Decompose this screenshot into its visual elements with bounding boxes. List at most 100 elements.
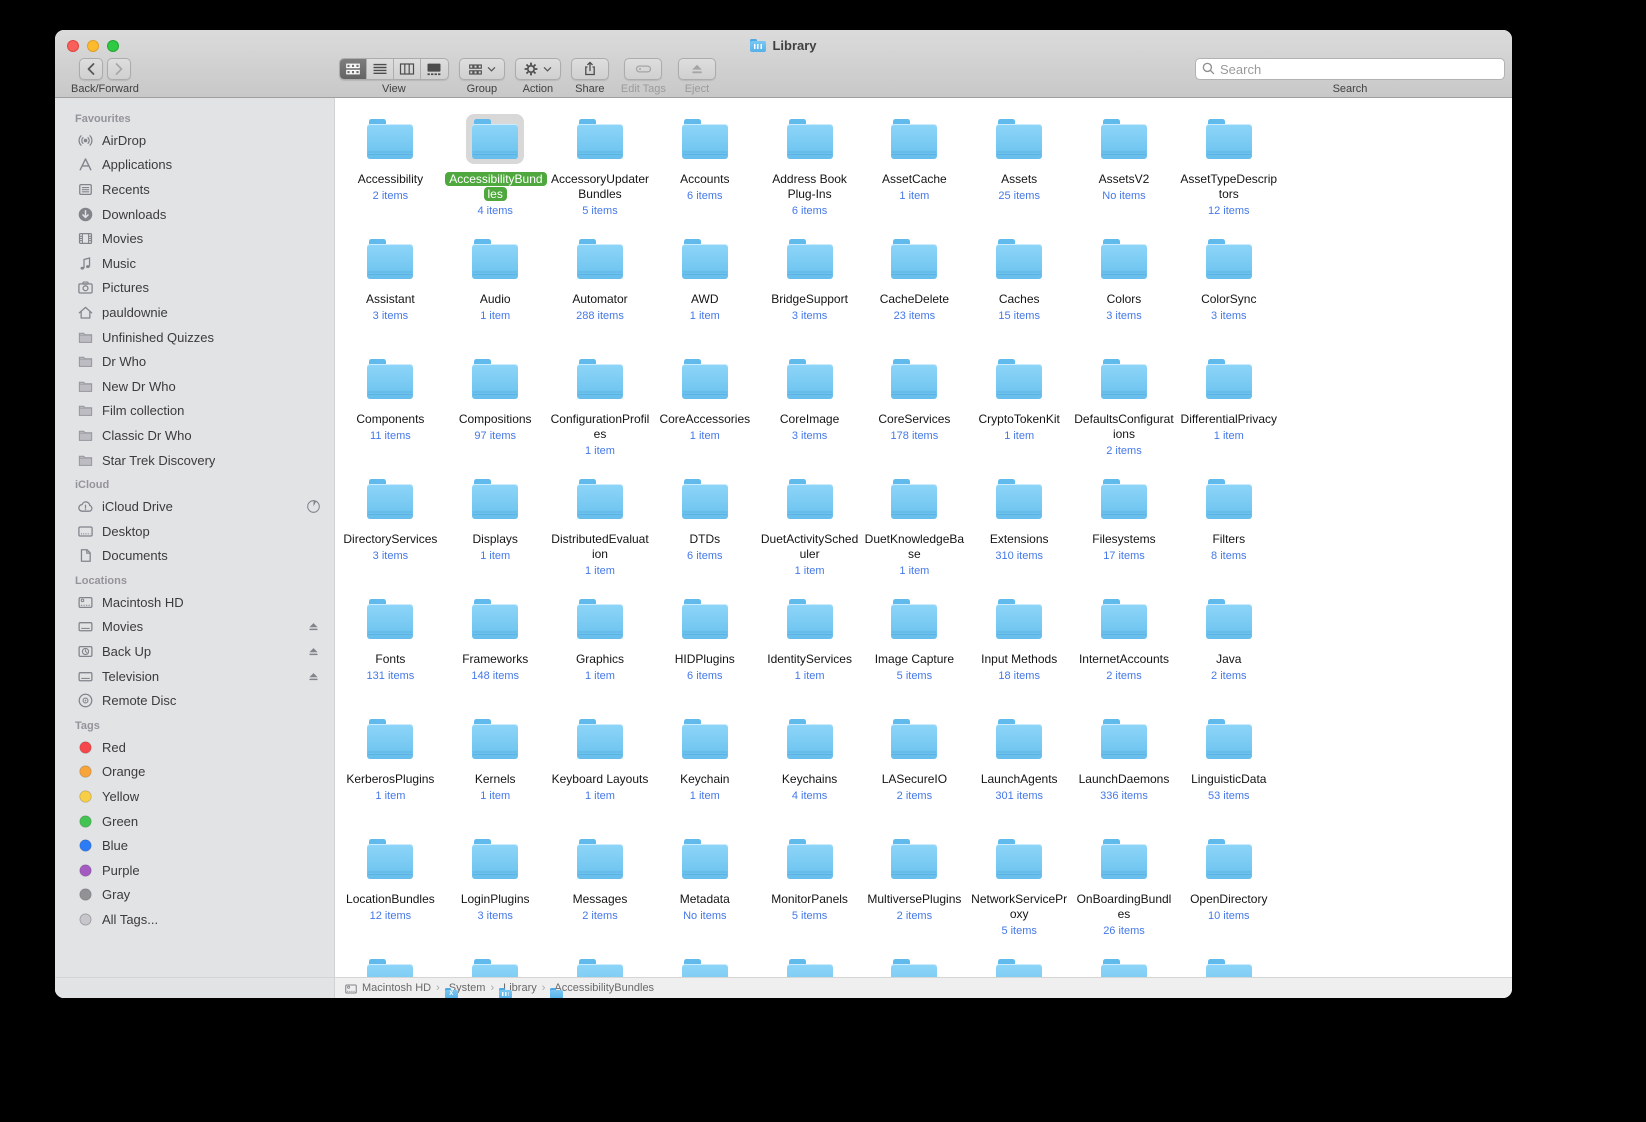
sidebar-item-film-collection[interactable]: Film collection (55, 399, 334, 424)
folder-item-partial[interactable] (548, 954, 653, 977)
list-view-button[interactable] (367, 59, 394, 79)
folder-item-assetsv2[interactable]: AssetsV2 No items (1072, 114, 1177, 234)
eject-button[interactable] (677, 58, 716, 80)
action-button[interactable] (514, 58, 561, 80)
folder-item-duetactivityscheduler[interactable]: DuetActivityScheduler 1 item (757, 474, 862, 594)
folder-item-java[interactable]: Java 2 items (1176, 594, 1281, 714)
sidebar-item-documents[interactable]: Documents (55, 544, 334, 569)
sidebar-item-music[interactable]: Music (55, 251, 334, 276)
sidebar-item-yellow[interactable]: Yellow (55, 784, 334, 809)
folder-item-fonts[interactable]: Fonts 131 items (338, 594, 443, 714)
column-view-button[interactable] (394, 59, 421, 79)
folder-item-networkserviceproxy[interactable]: NetworkServiceProxy 5 items (967, 834, 1072, 954)
sidebar-item-movies[interactable]: Movies (55, 226, 334, 251)
gallery-view-button[interactable] (421, 59, 448, 79)
back-button[interactable] (78, 58, 103, 80)
sidebar-item-all-tags[interactable]: All Tags... (55, 907, 334, 932)
sidebar-item-dr-who[interactable]: Dr Who (55, 349, 334, 374)
folder-item-assistant[interactable]: Assistant 3 items (338, 234, 443, 354)
sidebar-item-pictures[interactable]: Pictures (55, 276, 334, 301)
search-input[interactable] (1195, 58, 1505, 80)
folder-item-accessoryupdaterbundles[interactable]: AccessoryUpdaterBundles 5 items (548, 114, 653, 234)
breadcrumb-item-library[interactable]: Library (499, 982, 537, 998)
folder-item-loginplugins[interactable]: LoginPlugins 3 items (443, 834, 548, 954)
folder-item-partial[interactable] (443, 954, 548, 977)
breadcrumb-item-macintosh-hd[interactable]: Macintosh HD (344, 982, 431, 995)
folder-item-coreimage[interactable]: CoreImage 3 items (757, 354, 862, 474)
sidebar-item-classic-dr-who[interactable]: Classic Dr Who (55, 423, 334, 448)
sidebar-item-red[interactable]: Red (55, 735, 334, 760)
sidebar-item-desktop[interactable]: Desktop (55, 519, 334, 544)
icon-view-button[interactable] (339, 59, 367, 79)
sidebar-item-remote-disc[interactable]: Remote Disc (55, 688, 334, 713)
eject-icon[interactable] (305, 668, 321, 684)
folder-item-duetknowledgebase[interactable]: DuetKnowledgeBase 1 item (862, 474, 967, 594)
folder-item-keychains[interactable]: Keychains 4 items (757, 714, 862, 834)
folder-item-image-capture[interactable]: Image Capture 5 items (862, 594, 967, 714)
folder-item-graphics[interactable]: Graphics 1 item (548, 594, 653, 714)
folder-item-accessibility[interactable]: Accessibility 2 items (338, 114, 443, 234)
sidebar-item-gray[interactable]: Gray (55, 883, 334, 908)
folder-item-keyboard-layouts[interactable]: Keyboard Layouts 1 item (548, 714, 653, 834)
folder-item-configurationprofiles[interactable]: ConfigurationProfiles 1 item (548, 354, 653, 474)
folder-item-defaultsconfigurations[interactable]: DefaultsConfigurations 2 items (1072, 354, 1177, 474)
folder-item-partial[interactable] (862, 954, 967, 977)
forward-button[interactable] (106, 58, 131, 80)
folder-item-distributedevaluation[interactable]: DistributedEvaluation 1 item (548, 474, 653, 594)
folder-item-partial[interactable] (967, 954, 1072, 977)
sidebar-item-movies[interactable]: Movies (55, 615, 334, 640)
sidebar-item-downloads[interactable]: Downloads (55, 202, 334, 227)
sidebar-item-pauldownie[interactable]: pauldownie (55, 300, 334, 325)
breadcrumb-item-accessibilitybundles[interactable]: AccessibilityBundles (550, 982, 654, 998)
folder-item-coreaccessories[interactable]: CoreAccessories 1 item (652, 354, 757, 474)
folder-item-dtds[interactable]: DTDs 6 items (652, 474, 757, 594)
folder-item-keychain[interactable]: Keychain 1 item (652, 714, 757, 834)
folder-item-metadata[interactable]: Metadata No items (652, 834, 757, 954)
folder-item-identityservices[interactable]: IdentityServices 1 item (757, 594, 862, 714)
edit-tags-button[interactable] (624, 58, 663, 80)
sidebar-item-airdrop[interactable]: AirDrop (55, 128, 334, 153)
folder-item-input-methods[interactable]: Input Methods 18 items (967, 594, 1072, 714)
folder-item-colors[interactable]: Colors 3 items (1072, 234, 1177, 354)
folder-item-bridgesupport[interactable]: BridgeSupport 3 items (757, 234, 862, 354)
folder-item-lasecureio[interactable]: LASecureIO 2 items (862, 714, 967, 834)
sidebar-item-star-trek-discovery[interactable]: Star Trek Discovery (55, 448, 334, 473)
folder-item-accessibilitybundles[interactable]: AccessibilityBundles 4 items (443, 114, 548, 234)
eject-icon[interactable] (305, 619, 321, 635)
folder-item-frameworks[interactable]: Frameworks 148 items (443, 594, 548, 714)
folder-item-compositions[interactable]: Compositions 97 items (443, 354, 548, 474)
folder-item-partial[interactable] (338, 954, 443, 977)
folder-item-assettypedescriptors[interactable]: AssetTypeDescriptors 12 items (1176, 114, 1281, 234)
close-button[interactable] (67, 40, 79, 52)
folder-item-hidplugins[interactable]: HIDPlugins 6 items (652, 594, 757, 714)
group-button[interactable] (458, 58, 505, 80)
folder-item-monitorpanels[interactable]: MonitorPanels 5 items (757, 834, 862, 954)
sidebar-item-macintosh-hd[interactable]: Macintosh HD (55, 590, 334, 615)
sidebar-item-unfinished-quizzes[interactable]: Unfinished Quizzes (55, 325, 334, 350)
folder-item-messages[interactable]: Messages 2 items (548, 834, 653, 954)
folder-item-colorsync[interactable]: ColorSync 3 items (1176, 234, 1281, 354)
share-button[interactable] (570, 58, 609, 80)
sidebar-item-back-up[interactable]: Back Up (55, 639, 334, 664)
minimize-button[interactable] (87, 40, 99, 52)
folder-item-linguisticdata[interactable]: LinguisticData 53 items (1176, 714, 1281, 834)
sidebar-item-blue[interactable]: Blue (55, 833, 334, 858)
folder-item-coreservices[interactable]: CoreServices 178 items (862, 354, 967, 474)
folder-item-multiverseplugins[interactable]: MultiversePlugins 2 items (862, 834, 967, 954)
folder-item-directoryservices[interactable]: DirectoryServices 3 items (338, 474, 443, 594)
folder-item-caches[interactable]: Caches 15 items (967, 234, 1072, 354)
eject-icon[interactable] (305, 644, 321, 660)
folder-item-locationbundles[interactable]: LocationBundles 12 items (338, 834, 443, 954)
folder-item-automator[interactable]: Automator 288 items (548, 234, 653, 354)
folder-item-filters[interactable]: Filters 8 items (1176, 474, 1281, 594)
sidebar-item-purple[interactable]: Purple (55, 858, 334, 883)
folder-item-accounts[interactable]: Accounts 6 items (652, 114, 757, 234)
folder-item-partial[interactable] (1176, 954, 1281, 977)
folder-item-kernels[interactable]: Kernels 1 item (443, 714, 548, 834)
folder-item-components[interactable]: Components 11 items (338, 354, 443, 474)
folder-item-partial[interactable] (652, 954, 757, 977)
folder-item-cryptotokenkit[interactable]: CryptoTokenKit 1 item (967, 354, 1072, 474)
folder-item-assetcache[interactable]: AssetCache 1 item (862, 114, 967, 234)
sidebar-item-applications[interactable]: Applications (55, 153, 334, 178)
folder-item-filesystems[interactable]: Filesystems 17 items (1072, 474, 1177, 594)
